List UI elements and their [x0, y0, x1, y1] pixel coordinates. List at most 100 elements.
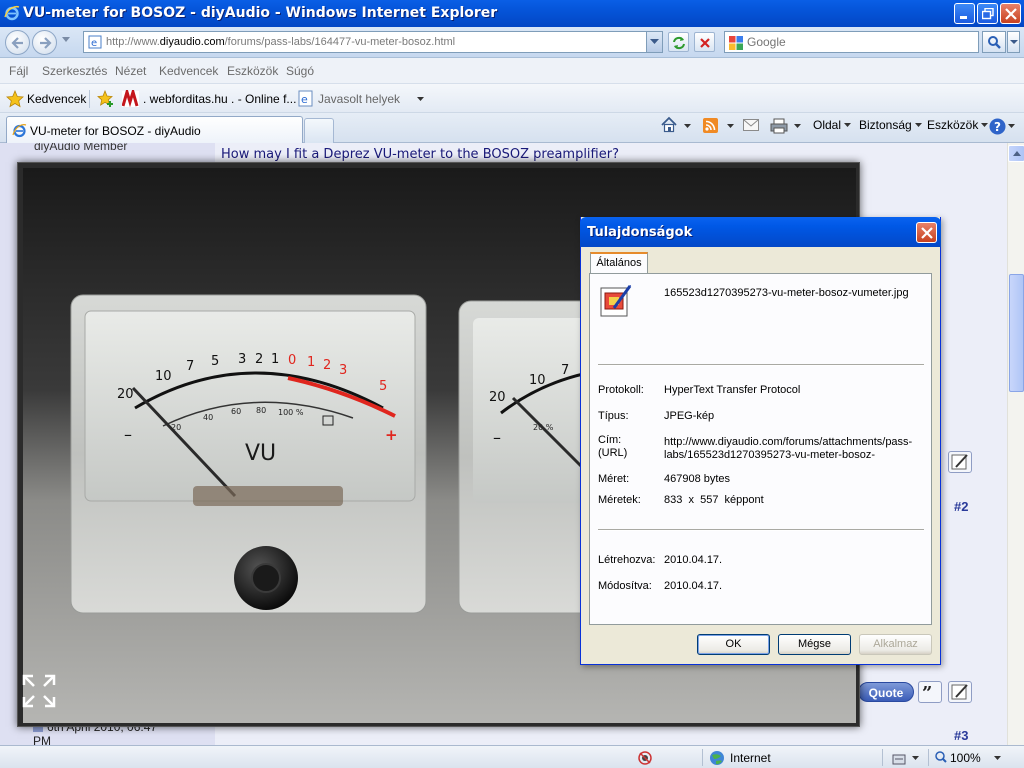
- protected-mode-icon[interactable]: [892, 750, 908, 766]
- meter1-tick-2: 2: [255, 352, 263, 367]
- post-number-3[interactable]: #3: [954, 728, 968, 743]
- meter2-tick-7: 7: [561, 363, 569, 378]
- stop-button[interactable]: [694, 32, 715, 52]
- search-options-dropdown[interactable]: [1007, 31, 1020, 53]
- type-label: Típus:: [598, 410, 629, 422]
- meter1-vu-label: VU: [245, 441, 276, 466]
- tab-active[interactable]: VU-meter for BOSOZ - diyAudio: [6, 116, 303, 143]
- dialog-title-bar[interactable]: Tulajdonságok: [580, 217, 941, 247]
- post-right-strip: [977, 143, 1007, 745]
- new-tab-button[interactable]: [304, 118, 334, 143]
- menu-favorites[interactable]: Kedvencek: [159, 64, 218, 78]
- protocol-value: HyperText Transfer Protocol: [664, 384, 801, 396]
- vertical-scrollbar[interactable]: [1007, 143, 1024, 745]
- separator: [928, 749, 929, 766]
- menu-help[interactable]: Súgó: [286, 64, 314, 78]
- cancel-button[interactable]: Mégse: [778, 634, 851, 655]
- dialog-close-button[interactable]: [916, 222, 937, 243]
- scroll-thumb[interactable]: [1009, 274, 1024, 392]
- meter1-pct-100: 100 %: [278, 408, 304, 417]
- arrow-left-icon: [11, 37, 23, 49]
- close-icon: [921, 227, 933, 239]
- tools-menu[interactable]: Eszközök: [927, 118, 989, 138]
- apply-button[interactable]: Alkalmaz: [859, 634, 932, 655]
- home-icon[interactable]: [660, 116, 678, 134]
- chevron-down-icon[interactable]: [794, 124, 801, 129]
- mail-icon[interactable]: [743, 119, 759, 132]
- edit-note-icon: [951, 684, 968, 700]
- multi-quote-icon[interactable]: [948, 451, 972, 473]
- menu-bar: Fájl Szerkesztés Nézet Kedvencek Eszközö…: [0, 58, 1024, 84]
- chevron-down-icon[interactable]: [727, 124, 734, 129]
- chevron-down-icon[interactable]: [912, 756, 919, 761]
- meter1-pct-80: 80: [256, 406, 266, 415]
- svg-text:e: e: [91, 38, 97, 49]
- chevron-down-icon[interactable]: [994, 756, 1001, 761]
- window-title: VU-meter for BOSOZ - diyAudio - Windows …: [23, 5, 498, 21]
- security-zone[interactable]: Internet: [730, 751, 771, 765]
- help-icon[interactable]: ?: [989, 118, 1006, 135]
- restore-icon: [982, 8, 994, 20]
- minimize-button[interactable]: [954, 3, 975, 24]
- meter1-tick-red-1: 1: [307, 355, 315, 370]
- tab-general[interactable]: Általános: [590, 252, 648, 274]
- fullscreen-expand-icon[interactable]: [22, 674, 56, 708]
- chevron-down-icon[interactable]: [684, 124, 691, 129]
- window-title-bar[interactable]: VU-meter for BOSOZ - diyAudio - Windows …: [0, 0, 1024, 27]
- internet-explorer-icon: [4, 6, 20, 21]
- menu-tools[interactable]: Eszközök: [227, 64, 278, 78]
- refresh-button[interactable]: [668, 32, 689, 52]
- globe-icon: [710, 751, 724, 765]
- separator: [702, 749, 703, 766]
- modified-label: Módosítva:: [598, 580, 652, 592]
- zoom-level[interactable]: 100%: [950, 751, 981, 765]
- properties-dialog[interactable]: Tulajdonságok Általános 165523d127039527…: [580, 217, 941, 665]
- search-input[interactable]: [747, 34, 972, 50]
- back-button[interactable]: [5, 30, 30, 55]
- menu-view[interactable]: Nézet: [115, 64, 146, 78]
- post-text: How may I fit a Deprez VU-meter to the B…: [221, 147, 619, 162]
- chevron-down-icon: [914, 123, 922, 128]
- page-menu[interactable]: Oldal: [813, 118, 852, 138]
- size-label: Méret:: [598, 473, 630, 485]
- menu-file[interactable]: Fájl: [9, 64, 28, 78]
- meter1-tick-5: 5: [211, 354, 219, 369]
- chevron-down-icon[interactable]: [1008, 124, 1015, 129]
- size-value: 467908 bytes: [664, 473, 731, 485]
- post-number-2[interactable]: #2: [954, 499, 968, 514]
- rss-feed-icon[interactable]: [703, 118, 718, 133]
- ok-button[interactable]: OK: [697, 634, 770, 655]
- quote-button[interactable]: Quote: [858, 682, 914, 702]
- url-text: http://www.diyaudio.com/forums/pass-labs…: [106, 36, 456, 48]
- search-button[interactable]: [982, 31, 1006, 53]
- stop-icon: [700, 38, 710, 48]
- chevron-down-icon: [844, 123, 852, 128]
- close-icon: [1005, 8, 1017, 20]
- quick-reply-button[interactable]: [948, 681, 972, 703]
- dialog-title: Tulajdonságok: [587, 225, 693, 240]
- meter1-tick-10: 10: [155, 369, 172, 384]
- meter1-tick-red-3: 3: [339, 363, 347, 378]
- image-file-icon: [600, 285, 632, 317]
- separator: [882, 749, 883, 766]
- multi-quote-button[interactable]: ”: [918, 681, 942, 704]
- history-dropdown-icon[interactable]: [62, 37, 70, 43]
- search-box[interactable]: [724, 31, 979, 53]
- chevron-down-icon: [417, 97, 424, 101]
- internet-explorer-icon: [12, 124, 27, 138]
- address-dropdown[interactable]: [646, 32, 662, 52]
- address-field[interactable]: e http://www.diyaudio.com/forums/pass-la…: [83, 31, 663, 53]
- privacy-report-icon[interactable]: [637, 750, 653, 766]
- scroll-up-button[interactable]: [1008, 145, 1024, 162]
- print-icon[interactable]: [770, 118, 788, 134]
- separator: [89, 90, 90, 108]
- safety-menu[interactable]: Biztonság: [859, 118, 922, 138]
- meter1-tick-7: 7: [186, 359, 194, 374]
- address-value[interactable]: http://www.diyaudio.com/forums/attachmen…: [664, 436, 912, 462]
- menu-edit[interactable]: Szerkesztés: [42, 64, 107, 78]
- forward-button[interactable]: [32, 30, 57, 55]
- restore-button[interactable]: [977, 3, 998, 24]
- add-favorite-icon[interactable]: [97, 90, 115, 108]
- meter1-tick-1: 1: [271, 352, 279, 367]
- close-window-button[interactable]: [1000, 3, 1021, 24]
